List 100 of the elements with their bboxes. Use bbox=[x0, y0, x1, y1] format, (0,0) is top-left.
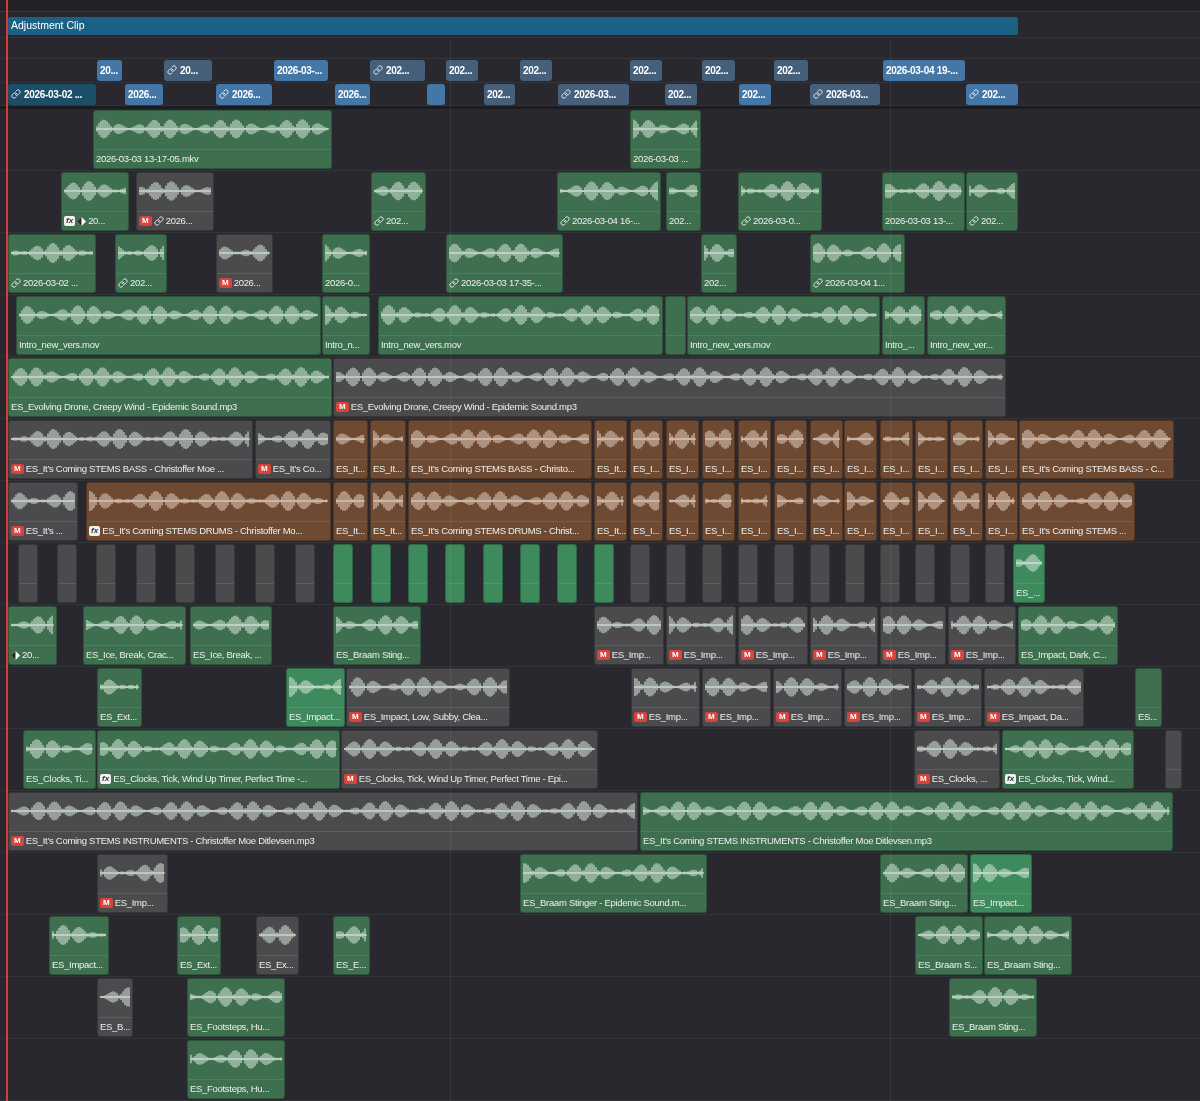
timeline-clip[interactable]: ES_It... bbox=[333, 420, 368, 479]
timeline-clip[interactable]: ES_Ext... bbox=[177, 916, 221, 975]
title-clip[interactable]: 202... bbox=[665, 83, 697, 105]
title-clip[interactable]: 2026... bbox=[125, 83, 163, 105]
timeline-clip[interactable] bbox=[774, 544, 794, 603]
timeline-clip[interactable]: ES_I... bbox=[630, 482, 663, 541]
timeline-clip[interactable] bbox=[557, 544, 577, 603]
timeline-clip[interactable]: M ES_Clocks, Tick, Wind Up Timer, Perfect Time - Epi... bbox=[341, 730, 598, 789]
timeline-clip[interactable]: M ES_It’s Coming STEMS INSTRUMENTS - Christoffer Moe Ditlevsen.mp3 bbox=[8, 792, 638, 851]
timeline-clip[interactable]: ES_I... bbox=[880, 482, 913, 541]
timeline-clip[interactable]: M ES_Imp... bbox=[948, 606, 1016, 665]
timeline-clip[interactable]: ES_It... bbox=[333, 482, 368, 541]
timeline-clip[interactable]: ES_It... bbox=[370, 482, 406, 541]
title-clip[interactable]: 202... bbox=[370, 59, 425, 81]
timeline-clip[interactable] bbox=[483, 544, 503, 603]
timeline-clip[interactable]: 202... bbox=[701, 234, 737, 293]
timeline-clip[interactable]: M ES_Imp... bbox=[738, 606, 808, 665]
title-clip[interactable]: 202... bbox=[774, 59, 808, 81]
timeline-clip[interactable]: ES_Footsteps, Hu... bbox=[187, 978, 285, 1037]
title-clip[interactable]: 202... bbox=[702, 59, 735, 81]
timeline-clip[interactable] bbox=[255, 544, 275, 603]
timeline-clip[interactable] bbox=[915, 544, 935, 603]
timeline-clip[interactable]: M ES_Imp... bbox=[97, 854, 168, 913]
timeline-clip[interactable]: ES_Clocks, Ti... bbox=[23, 730, 96, 789]
title-clip[interactable]: 202... bbox=[966, 83, 1018, 105]
timeline-clip[interactable] bbox=[408, 544, 428, 603]
title-clip[interactable]: 20... bbox=[164, 59, 212, 81]
timeline-clip[interactable]: ES_I... bbox=[810, 420, 843, 479]
timeline-clip[interactable]: M ES_Imp... bbox=[594, 606, 664, 665]
timeline-clip[interactable]: ES_Braam Sting... bbox=[880, 854, 968, 913]
timeline-clip[interactable]: M ES_Imp... bbox=[666, 606, 736, 665]
title-clip[interactable]: 2026... bbox=[216, 83, 272, 105]
timeline-clip[interactable]: ES_Impact... bbox=[49, 916, 109, 975]
timeline-clip[interactable]: ES_Ice, Break, ... bbox=[190, 606, 272, 665]
timeline-clip[interactable]: Intro_new_vers.mov bbox=[16, 296, 321, 355]
timeline-clip[interactable]: 2026-03-03 13-17-05.mkv bbox=[93, 110, 332, 169]
timeline-clip[interactable] bbox=[985, 544, 1005, 603]
timeline-clip[interactable]: ES_Braam Sting... bbox=[984, 916, 1072, 975]
timeline-clip[interactable]: 2026-03-03 13-... bbox=[882, 172, 965, 231]
timeline-clip[interactable]: fx ES_Clocks, Tick, Wind... bbox=[1002, 730, 1134, 789]
timeline-clip[interactable] bbox=[880, 544, 900, 603]
timeline-clip[interactable]: ES_... bbox=[1013, 544, 1045, 603]
timeline-clip[interactable]: 202... bbox=[115, 234, 167, 293]
timeline-clip[interactable] bbox=[333, 544, 353, 603]
timeline-clip[interactable]: Intro_new_vers.mov bbox=[378, 296, 663, 355]
timeline-clip[interactable]: ES_Ex... bbox=[256, 916, 299, 975]
timeline-clip[interactable]: fx 20... bbox=[61, 172, 129, 231]
timeline-clip[interactable]: Intro_... bbox=[882, 296, 925, 355]
timeline-clip[interactable]: M ES_Imp... bbox=[914, 668, 982, 727]
timeline-clip[interactable]: 202... bbox=[966, 172, 1018, 231]
timeline-clip[interactable]: Intro_n... bbox=[322, 296, 370, 355]
title-clip[interactable]: 202... bbox=[446, 59, 478, 81]
timeline-clip[interactable]: ES_I... bbox=[774, 482, 807, 541]
timeline-clip[interactable]: ES_It’s Coming STEMS ... bbox=[1019, 482, 1135, 541]
timeline-clip[interactable]: Intro_new_ver... bbox=[927, 296, 1006, 355]
timeline-clip[interactable]: ES_Impact... bbox=[286, 668, 345, 727]
timeline-clip[interactable]: M ES_Imp... bbox=[844, 668, 912, 727]
timeline-clip[interactable]: ES_I... bbox=[844, 482, 877, 541]
timeline-clip[interactable]: ES_I... bbox=[985, 482, 1018, 541]
timeline-clip[interactable]: ES_Impact, Dark, C... bbox=[1018, 606, 1118, 665]
timeline-clip[interactable]: M ES_Evolving Drone, Creepy Wind - Epidemic Sound.mp3 bbox=[333, 358, 1006, 417]
timeline-clip[interactable]: ES_I... bbox=[810, 482, 843, 541]
timeline-clip[interactable]: ES_I... bbox=[880, 420, 913, 479]
timeline-clip[interactable] bbox=[57, 544, 77, 603]
timeline-clip[interactable]: ES_It... bbox=[594, 420, 627, 479]
timeline-clip[interactable] bbox=[1165, 730, 1182, 789]
timeline-clip[interactable] bbox=[665, 296, 686, 355]
timeline-clip[interactable]: 2026-0... bbox=[322, 234, 370, 293]
timeline-clip[interactable]: ES_It’s Coming STEMS DRUMS - Christ... bbox=[408, 482, 592, 541]
timeline-clip[interactable]: ES_I... bbox=[738, 420, 771, 479]
timeline-clip[interactable]: ES_It’s Coming STEMS BASS - Christo... bbox=[408, 420, 592, 479]
timeline-clip[interactable] bbox=[18, 544, 38, 603]
timeline-clip[interactable]: ES_Braam Sting... bbox=[333, 606, 421, 665]
timeline-clip[interactable]: 2026-03-03 ... bbox=[630, 110, 701, 169]
timeline-clip[interactable] bbox=[175, 544, 195, 603]
timeline-clip[interactable]: ES_E... bbox=[333, 916, 370, 975]
timeline-clip[interactable]: M ES_Imp... bbox=[631, 668, 700, 727]
timeline-clip[interactable]: M ES_It’s ... bbox=[8, 482, 78, 541]
timeline-clip[interactable]: ES_I... bbox=[985, 420, 1018, 479]
timeline-clip[interactable]: ES_It’s Coming STEMS BASS - C... bbox=[1019, 420, 1174, 479]
title-clip[interactable]: 2026-03... bbox=[810, 83, 880, 105]
timeline-clip[interactable]: ES_Ice, Break, Crac... bbox=[83, 606, 186, 665]
timeline-clip[interactable]: 2026-03-0... bbox=[738, 172, 822, 231]
timeline-clip[interactable] bbox=[594, 544, 614, 603]
timeline-clip[interactable]: ES_I... bbox=[950, 420, 983, 479]
timeline-clip[interactable]: ES_Footsteps, Hu... bbox=[187, 1040, 285, 1099]
timeline-clip[interactable]: ES_Ext... bbox=[97, 668, 142, 727]
timeline-clip[interactable] bbox=[950, 544, 970, 603]
timeline-clip[interactable]: M ES_It’s Co... bbox=[255, 420, 331, 479]
timeline-clip[interactable]: M ES_Imp... bbox=[702, 668, 771, 727]
timeline-clip[interactable]: M 2026... bbox=[216, 234, 273, 293]
timeline-clip[interactable]: ES_B... bbox=[97, 978, 133, 1037]
timeline-clip[interactable]: fx ES_Clocks, Tick, Wind Up Timer, Perfect Time -... bbox=[97, 730, 340, 789]
timeline-clip[interactable]: M ES_Imp... bbox=[773, 668, 842, 727]
timeline-clip[interactable]: M ES_Clocks, ... bbox=[914, 730, 1000, 789]
timeline-clip[interactable]: 202... bbox=[371, 172, 426, 231]
timeline-clip[interactable]: 2026-03-02 ... bbox=[8, 234, 96, 293]
timeline-clip[interactable] bbox=[136, 544, 156, 603]
title-clip[interactable]: 2026-03... bbox=[558, 83, 629, 105]
timeline-clip[interactable]: ES_It... bbox=[594, 482, 627, 541]
